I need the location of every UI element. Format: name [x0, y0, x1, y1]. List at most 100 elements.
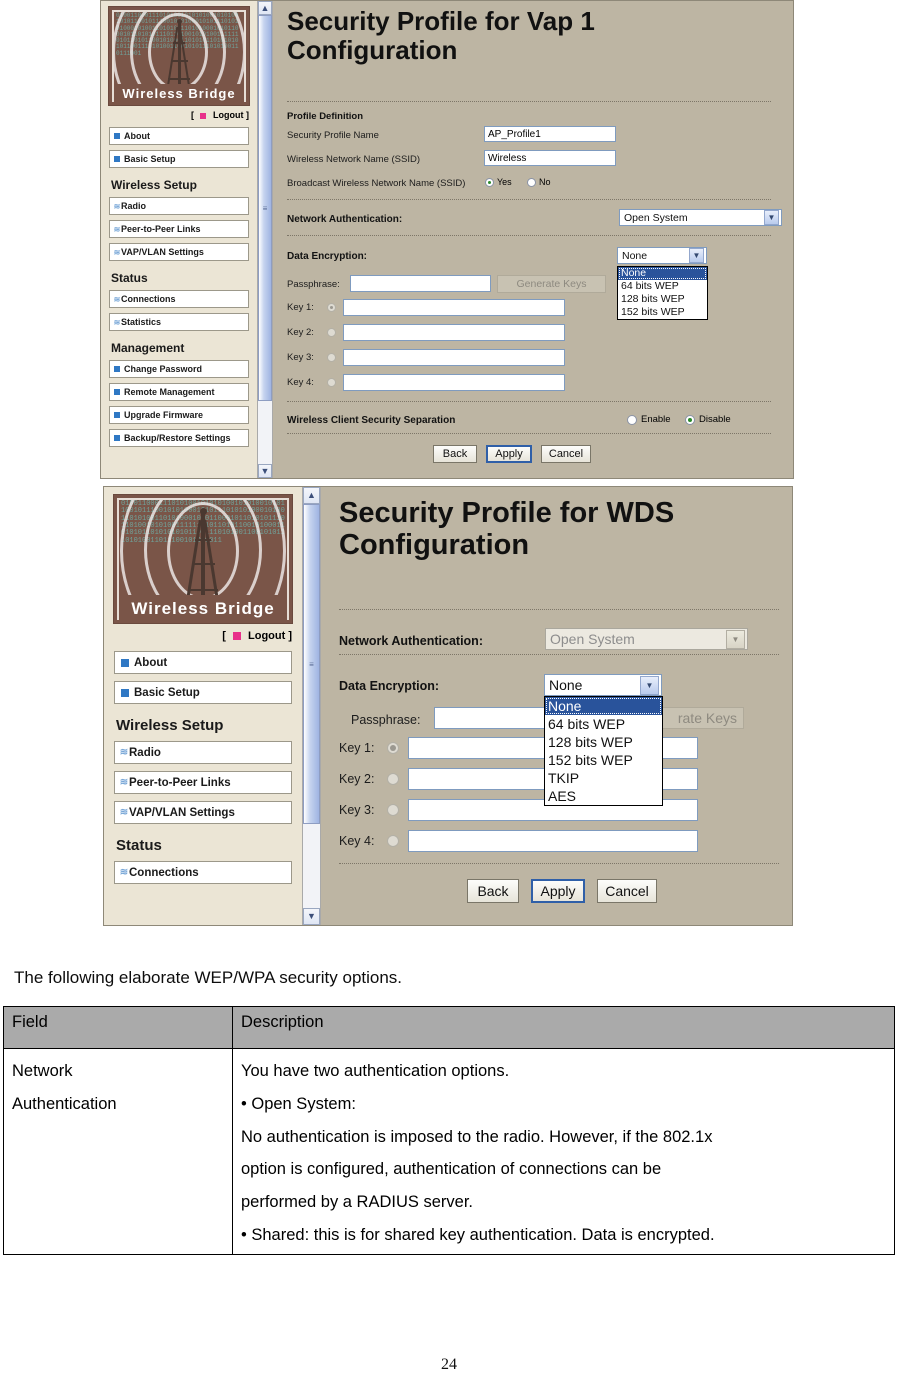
client-separation-label: Wireless Client Security Separation [287, 415, 456, 426]
key3-input[interactable] [343, 349, 565, 366]
key-row: Key 3: [287, 352, 336, 363]
client-separation-enable-option[interactable]: Enable [627, 414, 671, 425]
dropdown-option[interactable]: TKIP [545, 769, 662, 787]
data-encryption-select[interactable]: None ▼ [544, 674, 662, 696]
sidebar-item-basic-setup[interactable]: Basic Setup [114, 681, 292, 704]
square-bullet-icon [121, 658, 129, 667]
passphrase-input[interactable] [350, 275, 491, 292]
radio-disable[interactable] [685, 414, 695, 425]
broadcast-ssid-yes-option[interactable]: Yes [485, 177, 512, 187]
sidebar-heading-management: Management [111, 341, 185, 355]
radio-yes[interactable] [485, 177, 494, 187]
apply-button[interactable]: Apply [531, 879, 585, 903]
wave-bullet-icon: ≋ [119, 807, 129, 818]
sidebar-item-change-password[interactable]: Change Password [109, 360, 249, 378]
cancel-button[interactable]: Cancel [541, 445, 591, 463]
key4-input[interactable] [408, 830, 698, 852]
back-button[interactable]: Back [467, 879, 519, 903]
sidebar-item-vap-vlan-settings[interactable]: ≋ VAP/VLAN Settings [114, 801, 292, 824]
sidebar-item-label: VAP/VLAN Settings [121, 247, 204, 257]
key2-input[interactable] [343, 324, 565, 341]
divider [339, 863, 779, 864]
key1-radio[interactable] [327, 303, 336, 312]
key3-radio[interactable] [327, 353, 336, 362]
dropdown-option[interactable]: 64 bits WEP [618, 280, 707, 293]
scroll-thumb[interactable]: ≡ [258, 15, 272, 401]
sidebar-item-connections[interactable]: ≋ Connections [114, 861, 292, 884]
key2-radio[interactable] [327, 328, 336, 337]
sidebar-item-vap-vlan-settings[interactable]: ≋ VAP/VLAN Settings [109, 243, 249, 261]
data-encryption-select[interactable]: None ▼ [617, 247, 707, 264]
ssid-label: Wireless Network Name (SSID) [287, 154, 421, 165]
cancel-button[interactable]: Cancel [597, 879, 657, 903]
network-authentication-value: Open System [550, 631, 635, 647]
radio-no[interactable] [527, 177, 536, 187]
sidebar-item-radio[interactable]: ≋ Radio [114, 741, 292, 764]
key4-input[interactable] [343, 374, 565, 391]
scroll-down-arrow-icon[interactable]: ▼ [303, 908, 320, 925]
chevron-down-icon[interactable]: ▼ [764, 210, 779, 225]
dropdown-option[interactable]: 152 bits WEP [618, 306, 707, 319]
client-separation-disable-label: Disable [699, 414, 731, 425]
ssid-input[interactable]: Wireless [484, 150, 616, 166]
scroll-up-arrow-icon[interactable]: ▲ [258, 1, 272, 15]
sidebar-item-radio[interactable]: ≋ Radio [109, 197, 249, 215]
panel1-logo-wrap: 0100110001110101001010101001010100101011… [101, 1, 257, 106]
key-row: Key 2: [339, 772, 399, 786]
intro-paragraph: The following elaborate WEP/WPA security… [14, 968, 403, 987]
sidebar-item-about[interactable]: About [114, 651, 292, 674]
dropdown-option[interactable]: 128 bits WEP [618, 293, 707, 306]
divider [339, 609, 779, 610]
key4-radio[interactable] [387, 835, 399, 847]
network-authentication-select[interactable]: Open System ▼ [619, 209, 782, 226]
key3-radio[interactable] [387, 804, 399, 816]
key4-radio[interactable] [327, 378, 336, 387]
sidebar-item-connections[interactable]: ≋ Connections [109, 290, 249, 308]
dropdown-option[interactable]: 152 bits WEP [545, 751, 662, 769]
key2-radio[interactable] [387, 773, 399, 785]
network-authentication-select[interactable]: Open System ▼ [545, 628, 748, 650]
dropdown-option[interactable]: None [618, 267, 707, 280]
logout-bracket-close: ] [288, 630, 292, 642]
panel1-vertical-scrollbar[interactable]: ▲ ≡ ▼ [257, 1, 273, 478]
field-line: Authentication [12, 1094, 117, 1113]
generate-keys-button[interactable]: Generate Keys [497, 275, 606, 293]
data-encryption-label: Data Encryption: [287, 251, 368, 262]
data-encryption-dropdown-list[interactable]: None 64 bits WEP 128 bits WEP 152 bits W… [544, 696, 663, 806]
scroll-down-arrow-icon[interactable]: ▼ [258, 464, 272, 478]
data-encryption-dropdown-list[interactable]: None 64 bits WEP 128 bits WEP 152 bits W… [617, 266, 708, 320]
sidebar-item-statistics[interactable]: ≋ Statistics [109, 313, 249, 331]
column-header-field: Field [3, 1006, 233, 1049]
sidebar-item-peer-to-peer-links[interactable]: ≋ Peer-to-Peer Links [114, 771, 292, 794]
sidebar-item-remote-management[interactable]: Remote Management [109, 383, 249, 401]
scroll-thumb[interactable]: ≡ [303, 504, 320, 824]
key1-radio[interactable] [387, 742, 399, 754]
broadcast-ssid-no-option[interactable]: No [527, 177, 551, 187]
dropdown-option[interactable]: 64 bits WEP [545, 715, 662, 733]
sidebar-item-backup-restore-settings[interactable]: Backup/Restore Settings [109, 429, 249, 447]
sidebar-item-about[interactable]: About [109, 127, 249, 145]
security-profile-name-input[interactable]: AP_Profile1 [484, 126, 616, 142]
chevron-down-icon[interactable]: ▼ [640, 675, 659, 695]
dropdown-option[interactable]: None [545, 697, 662, 715]
network-authentication-label: Network Authentication: [287, 214, 403, 225]
dropdown-option[interactable]: 128 bits WEP [545, 733, 662, 751]
key1-input[interactable] [343, 299, 565, 316]
logout-link[interactable]: [ Logout ] [101, 105, 257, 127]
dropdown-option[interactable]: AES [545, 787, 662, 805]
cell-description: You have two authentication options. • O… [232, 1048, 895, 1255]
sidebar-item-basic-setup[interactable]: Basic Setup [109, 150, 249, 168]
radio-enable[interactable] [627, 414, 637, 425]
sidebar-item-label: Connections [121, 294, 176, 304]
chevron-down-icon[interactable]: ▼ [689, 248, 704, 263]
back-button[interactable]: Back [433, 445, 477, 463]
apply-button[interactable]: Apply [486, 445, 532, 463]
logout-link[interactable]: [ Logout ] [104, 623, 302, 651]
sidebar-item-label: Upgrade Firmware [124, 410, 204, 420]
sidebar-item-upgrade-firmware[interactable]: Upgrade Firmware [109, 406, 249, 424]
sidebar-item-peer-to-peer-links[interactable]: ≋ Peer-to-Peer Links [109, 220, 249, 238]
scroll-up-arrow-icon[interactable]: ▲ [303, 487, 320, 504]
client-separation-disable-option[interactable]: Disable [685, 414, 731, 425]
panel2-vertical-scrollbar[interactable]: ▲ ≡ ▼ [302, 487, 321, 925]
chevron-down-icon[interactable]: ▼ [726, 629, 745, 649]
